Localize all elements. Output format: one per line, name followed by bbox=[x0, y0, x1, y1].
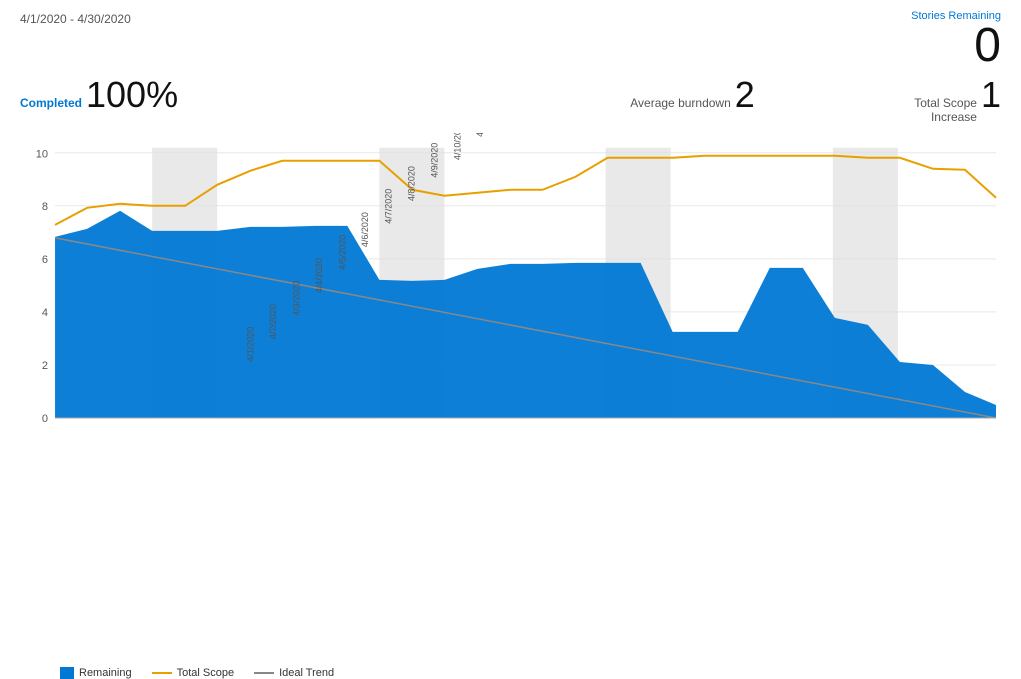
total-scope-label: Total Scope Increase bbox=[887, 96, 977, 125]
header-row: 4/1/2020 - 4/30/2020 Stories Remaining 0 bbox=[20, 10, 1001, 70]
svg-text:8: 8 bbox=[42, 201, 48, 213]
svg-text:4/8/2020: 4/8/2020 bbox=[406, 166, 416, 201]
svg-text:4/11/2020: 4/11/2020 bbox=[475, 133, 485, 137]
svg-text:4/9/2020: 4/9/2020 bbox=[430, 143, 440, 178]
completed-metric: Completed 100% bbox=[20, 74, 178, 116]
total-scope-value: 1 bbox=[981, 74, 1001, 116]
svg-text:4/3/2020: 4/3/2020 bbox=[292, 281, 302, 316]
total-scope-metric: Total Scope Increase 1 bbox=[887, 74, 1001, 125]
remaining-legend-label: Remaining bbox=[79, 667, 132, 679]
svg-text:2: 2 bbox=[42, 360, 48, 372]
svg-text:10: 10 bbox=[36, 149, 48, 161]
ideal-trend-legend-icon bbox=[254, 672, 274, 674]
stories-remaining-value: 0 bbox=[911, 22, 1001, 70]
total-scope-legend-label: Total Scope bbox=[177, 667, 234, 679]
chart-area: 10 8 6 4 2 0 bbox=[20, 133, 1001, 663]
svg-text:4/7/2020: 4/7/2020 bbox=[384, 189, 394, 224]
svg-text:4/4/2020: 4/4/2020 bbox=[314, 258, 324, 293]
legend-ideal-trend: Ideal Trend bbox=[254, 667, 334, 679]
metrics-row: Completed 100% Average burndown 2 Total … bbox=[20, 74, 1001, 125]
legend-remaining: Remaining bbox=[60, 667, 132, 679]
ideal-trend-legend-label: Ideal Trend bbox=[279, 667, 334, 679]
sprint-burndown-container: 4/1/2020 - 4/30/2020 Stories Remaining 0… bbox=[0, 0, 1021, 665]
svg-text:4: 4 bbox=[42, 307, 48, 319]
svg-text:4/1/2020: 4/1/2020 bbox=[246, 327, 256, 362]
chart-legend: Remaining Total Scope Ideal Trend bbox=[20, 667, 1001, 679]
burndown-chart: 10 8 6 4 2 0 bbox=[20, 133, 1001, 663]
avg-burndown-label: Average burndown bbox=[630, 96, 731, 110]
avg-burndown-value: 2 bbox=[735, 74, 755, 116]
completed-value: 100% bbox=[86, 74, 178, 116]
legend-total-scope: Total Scope bbox=[152, 667, 234, 679]
stories-remaining-widget: Stories Remaining 0 bbox=[911, 10, 1001, 70]
svg-text:0: 0 bbox=[42, 413, 48, 425]
date-range: 4/1/2020 - 4/30/2020 bbox=[20, 10, 131, 26]
completed-label: Completed bbox=[20, 96, 82, 110]
svg-text:4/2/2020: 4/2/2020 bbox=[268, 304, 278, 339]
svg-text:4/5/2020: 4/5/2020 bbox=[338, 235, 348, 270]
svg-text:4/6/2020: 4/6/2020 bbox=[360, 212, 370, 247]
svg-text:4/10/2020: 4/10/2020 bbox=[452, 133, 462, 160]
avg-burndown-metric: Average burndown 2 bbox=[630, 74, 755, 116]
total-scope-legend-icon bbox=[152, 672, 172, 674]
svg-text:6: 6 bbox=[42, 254, 48, 266]
remaining-legend-icon bbox=[60, 667, 74, 679]
